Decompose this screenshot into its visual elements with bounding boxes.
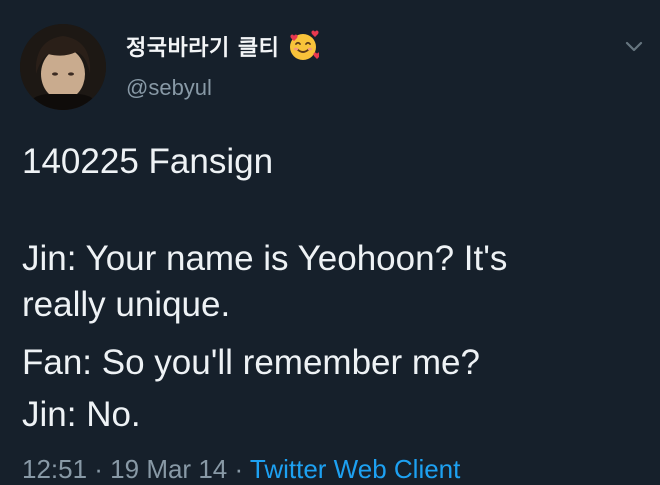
tweet-text-line: Jin: Your name is Yeohoon? It's bbox=[22, 239, 508, 278]
tweet-client-link[interactable]: Twitter Web Client bbox=[250, 454, 460, 484]
tweet-footer: 12:51 · 19 Mar 14 · Twitter Web Client bbox=[22, 454, 461, 484]
display-name-row: 정국바라기 클티 bbox=[126, 30, 320, 62]
tweet-text-line: Jin: No. bbox=[22, 395, 141, 434]
tweet-text-line: really unique. bbox=[22, 285, 231, 324]
display-name[interactable]: 정국바라기 클티 bbox=[126, 30, 279, 62]
user-handle[interactable]: @sebyul bbox=[126, 75, 212, 101]
smiling-face-with-hearts-emoji bbox=[290, 30, 320, 60]
chevron-down-icon[interactable] bbox=[623, 38, 645, 54]
avatar-photo bbox=[20, 24, 106, 110]
avatar[interactable] bbox=[20, 24, 106, 110]
tweet-text-line: 140225 Fansign bbox=[22, 142, 274, 181]
tweet-timestamp[interactable]: 12:51 · 19 Mar 14 bbox=[22, 454, 227, 484]
tweet-card: 정국바라기 클티 @sebyul 140225 Fansign Jin: You… bbox=[0, 0, 660, 484]
tweet-text-line: Fan: So you'll remember me? bbox=[22, 343, 480, 382]
